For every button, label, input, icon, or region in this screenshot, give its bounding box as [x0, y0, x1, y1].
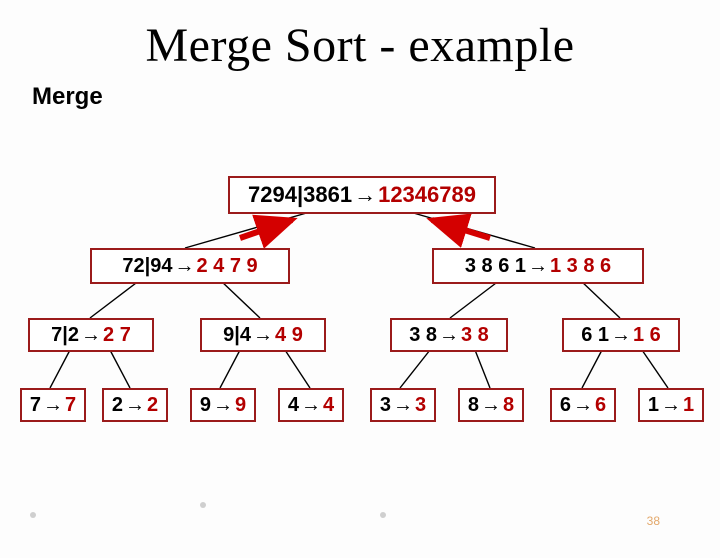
subtitle-merge: Merge: [32, 83, 720, 111]
arrow-icon: →: [125, 394, 145, 417]
arrow-icon: →: [611, 324, 631, 347]
node-l1a-out: 2 4 7 9: [196, 255, 257, 278]
node-root-in: 7294|3861: [248, 182, 352, 208]
node-l3c-in: 9: [200, 394, 211, 417]
merge-arrow-left-icon: [240, 220, 292, 238]
node-l2c: 3 8 → 3 8: [390, 318, 508, 352]
node-l3d: 4 → 4: [278, 388, 344, 422]
decorative-dot-icon: [200, 502, 206, 508]
arrow-icon: →: [81, 324, 101, 347]
node-root: 7294|3861 → 12346789: [228, 176, 496, 214]
arrow-icon: →: [253, 324, 273, 347]
node-l3g-in: 6: [560, 394, 571, 417]
decorative-dot-icon: [30, 512, 36, 518]
node-l3h-in: 1: [648, 394, 659, 417]
node-l3b-out: 2: [147, 394, 158, 417]
arrow-icon: →: [528, 255, 548, 278]
arrow-icon: →: [354, 182, 376, 208]
node-l1a: 72|94 → 2 4 7 9: [90, 248, 290, 284]
node-l3e-out: 3: [415, 394, 426, 417]
node-l2b-in: 9|4: [223, 324, 251, 347]
node-l3c-out: 9: [235, 394, 246, 417]
node-l1b: 3 8 6 1 → 1 3 8 6: [432, 248, 644, 284]
node-l3a-in: 7: [30, 394, 41, 417]
arrow-icon: →: [174, 255, 194, 278]
node-l2a-in: 7|2: [51, 324, 79, 347]
node-l3g-out: 6: [595, 394, 606, 417]
node-l3d-out: 4: [323, 394, 334, 417]
arrow-icon: →: [43, 394, 63, 417]
node-l3h-out: 1: [683, 394, 694, 417]
node-l3f: 8 → 8: [458, 388, 524, 422]
page-title: Merge Sort - example: [0, 18, 720, 73]
node-l3d-in: 4: [288, 394, 299, 417]
node-l2d: 6 1 → 1 6: [562, 318, 680, 352]
decorative-dot-icon: [380, 512, 386, 518]
node-l3g: 6 → 6: [550, 388, 616, 422]
node-l2b: 9|4 → 4 9: [200, 318, 326, 352]
node-l3h: 1 → 1: [638, 388, 704, 422]
arrow-icon: →: [301, 394, 321, 417]
merge-arrow-right-icon: [432, 220, 490, 238]
arrow-icon: →: [661, 394, 681, 417]
arrow-icon: →: [481, 394, 501, 417]
node-l2d-in: 6 1: [581, 324, 609, 347]
node-l3a: 7 → 7: [20, 388, 86, 422]
arrow-icon: →: [213, 394, 233, 417]
node-l1a-in: 72|94: [122, 255, 172, 278]
node-l3f-out: 8: [503, 394, 514, 417]
node-l2c-out: 3 8: [461, 324, 489, 347]
node-l3c: 9 → 9: [190, 388, 256, 422]
node-l3b: 2 → 2: [102, 388, 168, 422]
node-root-out: 12346789: [378, 182, 476, 208]
node-l1b-in: 3 8 6 1: [465, 255, 526, 278]
node-l2c-in: 3 8: [409, 324, 437, 347]
node-l2b-out: 4 9: [275, 324, 303, 347]
node-l1b-out: 1 3 8 6: [550, 255, 611, 278]
arrow-icon: →: [573, 394, 593, 417]
node-l3a-out: 7: [65, 394, 76, 417]
node-l3e-in: 3: [380, 394, 391, 417]
page-number: 38: [647, 514, 660, 528]
arrow-icon: →: [439, 324, 459, 347]
node-l2a: 7|2 → 2 7: [28, 318, 154, 352]
node-l3f-in: 8: [468, 394, 479, 417]
node-l3b-in: 2: [112, 394, 123, 417]
arrow-icon: →: [393, 394, 413, 417]
node-l3e: 3 → 3: [370, 388, 436, 422]
node-l2d-out: 1 6: [633, 324, 661, 347]
node-l2a-out: 2 7: [103, 324, 131, 347]
